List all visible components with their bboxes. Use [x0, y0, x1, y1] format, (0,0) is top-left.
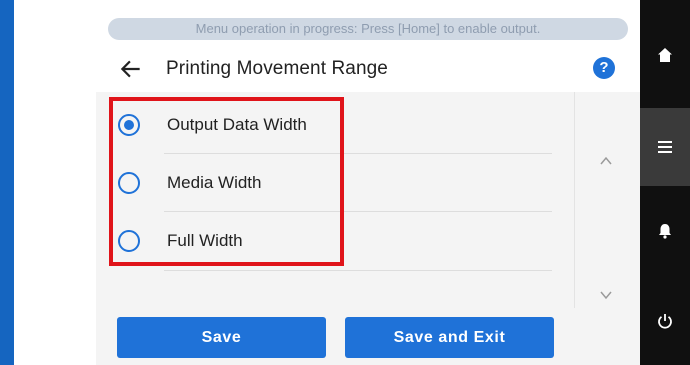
arrow-left-icon[interactable]	[118, 56, 144, 82]
bell-icon	[659, 224, 671, 239]
hamburger-menu-icon	[658, 141, 672, 153]
radio-button-selected[interactable]	[118, 114, 140, 136]
nav-menu-button[interactable]	[640, 108, 690, 186]
save-button[interactable]: Save	[117, 317, 326, 358]
nav-home-button[interactable]	[640, 20, 690, 90]
save-and-exit-button[interactable]: Save and Exit	[345, 317, 554, 358]
option-output-data-width[interactable]: Output Data Width	[96, 96, 574, 154]
radio-button[interactable]	[118, 172, 140, 194]
radio-button[interactable]	[118, 230, 140, 252]
side-navigation	[640, 0, 690, 365]
page-title: Printing Movement Range	[166, 58, 388, 79]
nav-notifications-button[interactable]	[640, 196, 690, 266]
footer-actions: Save Save and Exit	[96, 308, 640, 365]
option-media-width[interactable]: Media Width	[96, 154, 574, 212]
option-label: Media Width	[167, 173, 262, 192]
option-full-width[interactable]: Full Width	[96, 212, 574, 270]
page-header: Printing Movement Range ?	[96, 46, 640, 92]
chevron-up-icon[interactable]	[599, 154, 613, 168]
left-accent-bar	[0, 0, 14, 365]
chevron-down-icon[interactable]	[599, 288, 613, 302]
scroll-controls	[574, 92, 641, 308]
divider	[164, 270, 552, 271]
question-circle-icon[interactable]: ?	[593, 57, 615, 79]
printer-panel-screen: Menu operation in progress: Press [Home]…	[96, 0, 641, 365]
option-label: Full Width	[167, 231, 243, 250]
nav-power-button[interactable]	[640, 286, 690, 356]
power-icon	[658, 314, 672, 329]
option-label: Output Data Width	[167, 115, 307, 134]
status-banner: Menu operation in progress: Press [Home]…	[108, 18, 628, 40]
home-icon	[658, 48, 672, 62]
